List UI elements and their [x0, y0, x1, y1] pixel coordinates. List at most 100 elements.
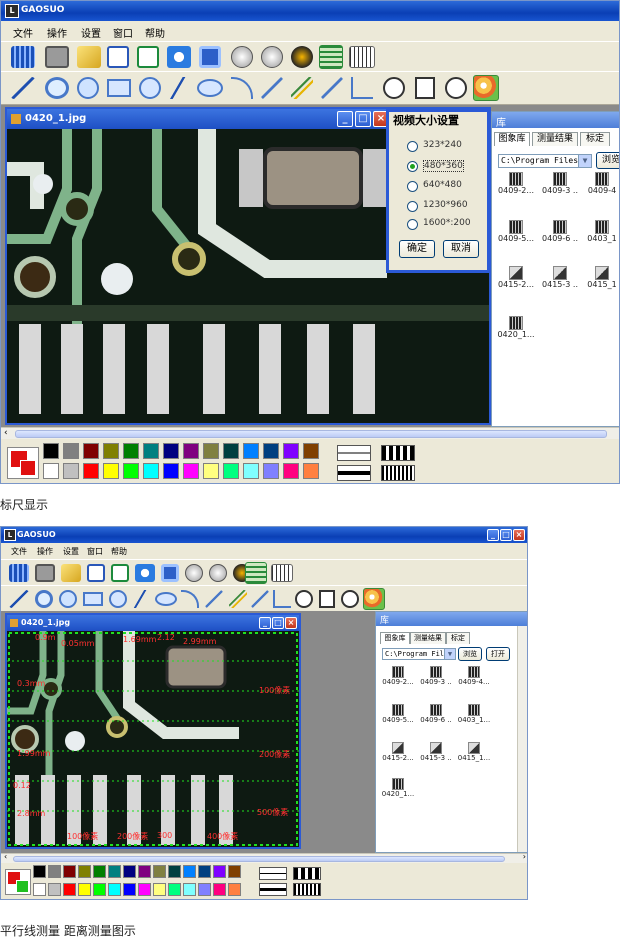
point-tool-icon[interactable]	[261, 77, 283, 99]
thumb-6[interactable]: 0415-2...	[380, 742, 416, 762]
tab-measure-results[interactable]: 测量结果	[532, 132, 578, 146]
ruler-horizontal-icon[interactable]	[349, 46, 375, 68]
thumb-2[interactable]: 0409-4...	[456, 666, 492, 686]
color-swatch[interactable]	[138, 883, 151, 896]
thumb-0[interactable]: 0409-2...	[380, 666, 416, 686]
menu-settings[interactable]: 设置	[81, 25, 101, 40]
ruler-vertical-icon[interactable]	[245, 562, 267, 584]
color-swatch[interactable]	[143, 443, 159, 459]
color-swatch[interactable]	[213, 883, 226, 896]
color-swatch[interactable]	[203, 463, 219, 479]
thumb-0[interactable]: 0409-2...	[496, 172, 536, 195]
menu-operate[interactable]: 操作	[47, 25, 67, 40]
color-swatch[interactable]	[168, 865, 181, 878]
cancel-button[interactable]: 取消	[443, 240, 479, 258]
color-swatch[interactable]	[63, 463, 79, 479]
refresh-icon[interactable]	[167, 46, 191, 68]
menu-help[interactable]: 帮助	[111, 546, 127, 557]
diamond-tool-icon[interactable]	[341, 590, 359, 608]
color-swatch[interactable]	[33, 865, 46, 878]
menu-window[interactable]: 窗口	[87, 546, 103, 557]
scroll-thumb[interactable]	[13, 856, 505, 862]
line-style-thick-icon[interactable]	[337, 465, 371, 481]
ellipse-tool-icon[interactable]	[197, 79, 223, 97]
line-style-dot-icon[interactable]	[381, 465, 415, 481]
save-icon[interactable]	[199, 46, 221, 68]
close-button[interactable]: ×	[513, 529, 525, 541]
ruler-horizontal-icon[interactable]	[271, 564, 293, 582]
open-button[interactable]: 打开	[486, 647, 510, 661]
color-swatch[interactable]	[303, 443, 319, 459]
color-swatch[interactable]	[183, 463, 199, 479]
color-swatch[interactable]	[93, 865, 106, 878]
magnifier-icon[interactable]	[35, 590, 53, 608]
color-swatch[interactable]	[108, 883, 121, 896]
color-swatch[interactable]	[168, 883, 181, 896]
vertical-line-tool-icon[interactable]	[383, 77, 405, 99]
browse-button[interactable]: 浏览	[458, 647, 482, 661]
current-color-icon[interactable]	[5, 869, 31, 895]
thumb-2[interactable]: 0409-4	[584, 172, 619, 195]
arc-tool-icon[interactable]	[181, 590, 199, 608]
color-swatch[interactable]	[108, 865, 121, 878]
color-swatch[interactable]	[228, 865, 241, 878]
open-folder-icon[interactable]	[61, 564, 81, 582]
browse-button[interactable]: 浏览	[596, 152, 619, 169]
thumb-3[interactable]: 0409-5...	[496, 220, 536, 243]
stop-icon[interactable]	[261, 46, 283, 68]
line-style-dot-icon[interactable]	[293, 883, 321, 896]
save-icon[interactable]	[161, 564, 179, 582]
vertical-scrollbar[interactable]	[517, 626, 527, 852]
ok-button[interactable]: 确定	[399, 240, 435, 258]
minimize-button[interactable]: _	[337, 111, 353, 127]
color-swatch[interactable]	[198, 883, 211, 896]
maximize-button[interactable]: □	[272, 617, 284, 629]
color-swatch[interactable]	[303, 463, 319, 479]
path-combo[interactable]: C:\Program Files ▼	[382, 648, 456, 660]
rectangle-tool-icon[interactable]	[107, 79, 131, 97]
color-swatch[interactable]	[198, 865, 211, 878]
thumb-3[interactable]: 0409-5...	[380, 704, 416, 724]
color-swatch[interactable]	[43, 443, 59, 459]
tab-calibration[interactable]: 标定	[580, 132, 610, 146]
film-icon[interactable]	[9, 564, 29, 582]
color-swatch[interactable]	[203, 443, 219, 459]
tab-measure-results[interactable]: 测量结果	[410, 632, 446, 644]
refresh-icon[interactable]	[135, 564, 155, 582]
polyline-tool-icon[interactable]	[131, 590, 153, 608]
thumb-6[interactable]: 0415-2...	[496, 266, 536, 289]
text-tool-icon[interactable]	[319, 590, 335, 608]
color-swatch[interactable]	[123, 463, 139, 479]
scroll-right-icon[interactable]: ›	[523, 852, 526, 861]
point-tool-icon[interactable]	[205, 590, 223, 608]
menu-help[interactable]: 帮助	[145, 25, 165, 40]
color-swatch[interactable]	[243, 463, 259, 479]
color-swatch[interactable]	[83, 443, 99, 459]
thumb-8[interactable]: 0415_1	[584, 266, 619, 289]
circle-select-icon[interactable]	[77, 77, 99, 99]
magnifier-icon[interactable]	[45, 77, 69, 99]
color-swatch[interactable]	[183, 865, 196, 878]
open-folder-icon[interactable]	[77, 46, 101, 68]
chevron-down-icon[interactable]: ▼	[578, 155, 591, 167]
pause-icon[interactable]	[185, 564, 203, 582]
tab-image-library[interactable]: 图象库	[380, 632, 410, 644]
thumb-5[interactable]: 0403_1...	[456, 704, 492, 724]
circle-tool-icon[interactable]	[139, 77, 161, 99]
menu-file[interactable]: 文件	[13, 25, 33, 40]
parallel-tool-icon[interactable]	[229, 590, 247, 608]
current-color-icon[interactable]	[7, 447, 39, 479]
color-swatch[interactable]	[223, 463, 239, 479]
chevron-down-icon[interactable]: ▼	[444, 649, 455, 659]
parallel-tool-icon[interactable]	[291, 77, 313, 99]
color-swatch[interactable]	[78, 883, 91, 896]
color-swatch[interactable]	[78, 865, 91, 878]
tab-calibration[interactable]: 标定	[446, 632, 470, 644]
polyline-tool-icon[interactable]	[167, 77, 193, 99]
color-swatch[interactable]	[163, 463, 179, 479]
scroll-thumb[interactable]	[15, 430, 607, 438]
thumb-9[interactable]: 0420_1...	[380, 778, 416, 798]
thumb-4[interactable]: 0409-6 ..	[540, 220, 580, 243]
wrench-icon[interactable]	[291, 46, 313, 68]
vertical-line-tool-icon[interactable]	[295, 590, 313, 608]
